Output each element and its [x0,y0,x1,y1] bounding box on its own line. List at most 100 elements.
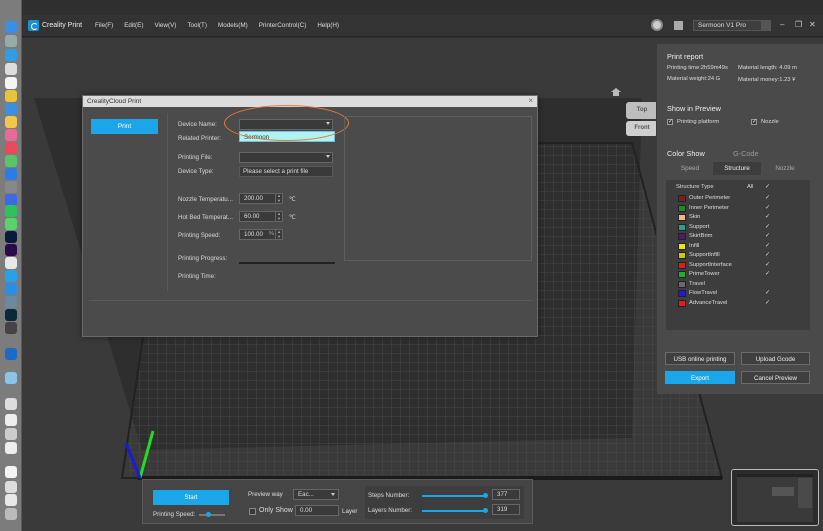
minimize-icon[interactable]: – [780,21,784,29]
structure-color-swatch[interactable] [678,271,686,278]
structure-type-checkbox[interactable]: ✓ [765,252,770,258]
dialog-close-icon[interactable]: × [528,97,533,105]
safari-icon[interactable] [5,63,17,75]
close-window-icon[interactable]: ✕ [809,21,816,29]
mail-icon[interactable] [5,103,17,115]
nozzle-checkbox[interactable] [751,118,757,125]
document-2-icon[interactable] [5,466,17,478]
printing-file-select[interactable] [239,152,333,163]
notes-icon[interactable] [5,116,17,128]
menu-view[interactable]: View(V) [154,22,176,29]
zoom-icon[interactable] [5,283,17,295]
slack-icon[interactable] [5,257,17,269]
structure-type-checkbox[interactable]: ✓ [765,205,770,211]
music-icon[interactable] [5,142,17,154]
downloads-icon[interactable] [5,494,17,506]
structure-color-swatch[interactable] [678,261,686,269]
structure-color-swatch[interactable] [678,242,686,250]
screenshot-icon[interactable] [5,442,17,454]
home-view-icon[interactable] [611,88,621,96]
user-avatar-icon[interactable] [651,19,663,31]
layers-slider-knob[interactable] [483,508,488,513]
structure-color-swatch[interactable] [678,233,686,240]
menu-printer-control[interactable]: PrinterControl(C) [259,22,307,29]
chrome-icon[interactable] [5,90,17,102]
layers-number-input[interactable]: 319 [492,504,520,515]
only-show-checkbox[interactable] [249,508,256,515]
all-checkbox[interactable]: ✓ [765,184,770,190]
structure-color-swatch[interactable] [678,195,686,202]
structure-type-checkbox[interactable]: ✓ [765,300,770,306]
creality-dock-icon[interactable] [5,348,17,360]
structure-type-checkbox[interactable]: ✓ [765,233,770,239]
structure-type-checkbox[interactable]: ✓ [765,262,770,268]
preview-icon[interactable] [5,372,17,384]
photoshop-icon[interactable] [5,231,17,243]
printing-speed-slider-knob[interactable] [206,512,211,517]
screen-icon[interactable] [5,296,17,308]
nozzle-temp-input[interactable]: 200.00 ▲ ▼ [239,193,283,204]
stepper-arrows-icon[interactable]: ▲ ▼ [275,229,282,239]
structure-type-checkbox[interactable]: ✓ [765,195,770,201]
structure-type-checkbox[interactable]: ✓ [765,271,770,277]
finder-window-icon[interactable] [5,398,17,410]
premiere-icon[interactable] [5,244,17,256]
tab-nozzle[interactable]: Nozzle [761,162,809,175]
app-store-icon[interactable] [5,49,17,61]
stepper-arrows-icon[interactable]: ▲ ▼ [275,193,282,203]
upload-gcode-button[interactable]: Upload Gcode [741,352,810,365]
screenshot-thumbnail[interactable] [731,469,819,526]
only-show-input[interactable]: 0.00 [295,505,339,516]
messages-icon[interactable] [5,218,17,230]
structure-color-swatch[interactable] [678,299,686,307]
appstore-blue-icon[interactable] [5,168,17,180]
cancel-preview-button[interactable]: Cancel Preview [741,371,810,384]
calendar-icon[interactable] [5,77,17,89]
settings-icon[interactable] [5,181,17,193]
whatsapp-icon[interactable] [5,205,17,217]
dialog-print-button[interactable]: Print [91,119,158,134]
bed-temp-input[interactable]: 60.00 ▲ ▼ [239,211,283,222]
structure-color-swatch[interactable] [678,223,686,231]
structure-color-swatch[interactable] [678,290,686,297]
model-library-icon[interactable] [674,21,683,30]
menu-tool[interactable]: Tool(T) [187,22,207,29]
structure-type-checkbox[interactable]: ✓ [765,214,770,220]
structure-type-checkbox[interactable]: ✓ [765,243,770,249]
tab-speed[interactable]: Speed [667,162,713,175]
maps-icon[interactable] [5,155,17,167]
view-cube-front[interactable]: Front [626,121,658,136]
gcode-tab[interactable]: G-Code [733,149,759,158]
preview-way-select[interactable]: Eac... [293,489,339,500]
launchpad-icon[interactable] [5,35,17,47]
printer-model-select[interactable]: Sermoon V1 Pro [693,20,771,31]
structure-color-swatch[interactable] [678,280,686,288]
photos-icon[interactable] [5,129,17,141]
folder-icon[interactable] [5,428,17,440]
usb-online-printing-button[interactable]: USB online printing [665,352,735,365]
stepper-arrows-icon[interactable]: ▲ ▼ [275,211,282,221]
document-3-icon[interactable] [5,481,17,493]
view-cube-top[interactable]: Top [626,102,658,119]
start-button[interactable]: Start [153,490,229,505]
structure-color-swatch[interactable] [678,252,686,259]
sublime-icon[interactable] [5,322,17,334]
finder-icon[interactable] [5,21,17,33]
color-show-tab[interactable]: Color Show [667,149,705,158]
lightroom-icon[interactable] [5,309,17,321]
tab-structure[interactable]: Structure [713,162,761,175]
maximize-icon[interactable]: ❐ [795,21,802,29]
menu-help[interactable]: Help(H) [317,22,339,29]
structure-type-checkbox[interactable]: ✓ [765,290,770,296]
document-icon[interactable] [5,414,17,426]
telegram-icon[interactable] [5,270,17,282]
structure-type-checkbox[interactable]: ✓ [765,224,770,230]
trash-icon[interactable] [5,508,17,520]
menu-file[interactable]: File(F) [95,22,113,29]
menu-models[interactable]: Models(M) [218,22,248,29]
menu-edit[interactable]: Edit(E) [124,22,143,29]
structure-color-swatch[interactable] [678,214,686,221]
printing-speed-input[interactable]: 100.00 % ▲ ▼ [239,229,283,240]
steps-number-input[interactable]: 377 [492,489,520,500]
printing-platform-checkbox[interactable] [667,118,673,125]
